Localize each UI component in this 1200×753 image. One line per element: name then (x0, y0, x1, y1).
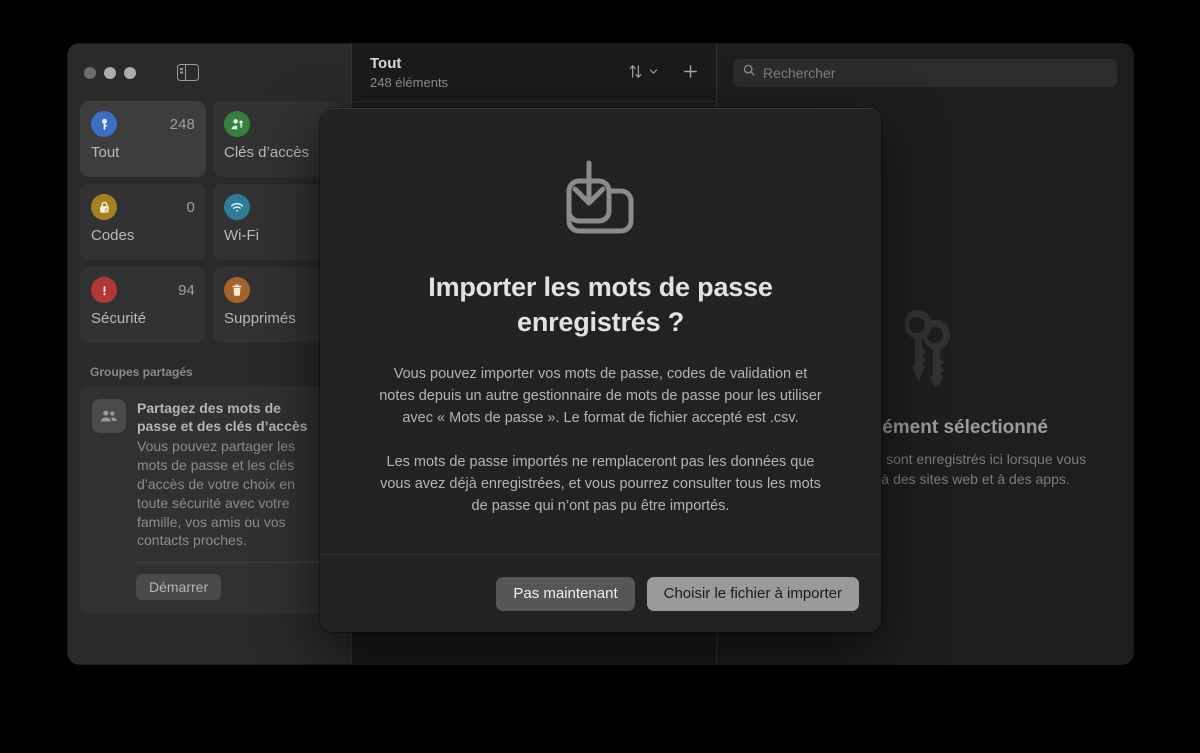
dialog-content: Importer les mots de passe enregistrés ?… (320, 109, 881, 517)
list-toolbar: Tout 248 éléments (352, 44, 716, 101)
zoom-button-icon[interactable] (124, 66, 136, 79)
plus-icon (681, 62, 700, 84)
lock-clock-icon (91, 194, 117, 220)
dialog-paragraph-1: Vous pouvez importer vos mots de passe, … (379, 366, 822, 427)
sidebar-item-securite[interactable]: 94 Sécurité (80, 267, 206, 343)
category-count: 248 (169, 115, 195, 133)
category-label: Codes (91, 227, 135, 244)
add-item-button[interactable] (681, 62, 700, 84)
list-title: Tout (370, 55, 402, 73)
minimize-button-icon[interactable] (104, 66, 116, 79)
shared-groups-heading: Groupes partagés (90, 365, 193, 379)
people-icon (92, 399, 126, 433)
shared-groups-card-description: Vous pouvez partager les mots de passe e… (137, 437, 295, 549)
category-grid: 248 Tout Clés d’accès 0 Codes Wi-Fi 94 S… (68, 101, 351, 343)
category-label: Tout (91, 144, 120, 161)
dialog-title: Importer les mots de passe enregistrés ? (428, 272, 773, 337)
shared-groups-card[interactable]: Partagez des mots de passe et des clés d… (80, 386, 339, 615)
window-titlebar (68, 44, 351, 101)
import-download-icon (378, 153, 823, 254)
choose-file-button[interactable]: Choisir le fichier à importer (646, 576, 859, 611)
search-field[interactable]: Rechercher (733, 58, 1117, 87)
dialog-paragraph-2: Les mots de passe importés ne remplacero… (380, 454, 821, 515)
import-passwords-dialog: Importer les mots de passe enregistrés ?… (320, 108, 881, 632)
not-now-button[interactable]: Pas maintenant (496, 576, 635, 611)
category-count: 0 (186, 198, 195, 216)
trash-icon (224, 277, 250, 303)
sort-button[interactable] (627, 63, 659, 83)
sidebar: 248 Tout Clés d’accès 0 Codes Wi-Fi 94 S… (68, 44, 351, 664)
close-button-icon[interactable] (84, 66, 96, 79)
category-label: Wi-Fi (224, 227, 259, 244)
shared-groups-card-title: Partagez des mots de passe et des clés d… (137, 400, 308, 435)
sort-arrows-icon (627, 63, 644, 83)
category-count: 94 (178, 281, 195, 299)
sidebar-item-codes[interactable]: 0 Codes (80, 184, 206, 260)
sidebar-toggle-icon[interactable] (177, 63, 199, 82)
category-label: Clés d’accès (224, 144, 310, 161)
category-label: Supprimés (224, 310, 296, 327)
divider (136, 562, 325, 564)
start-sharing-button[interactable]: Démarrer (136, 574, 222, 601)
dialog-actions: Pas maintenant Choisir le fichier à impo… (320, 554, 881, 632)
search-icon (742, 63, 756, 82)
warning-icon (91, 277, 117, 303)
search-placeholder: Rechercher (763, 64, 836, 81)
detail-toolbar: Rechercher (717, 44, 1133, 101)
key-icon (91, 111, 117, 137)
passkey-icon (224, 111, 250, 137)
list-item-count: 248 éléments (370, 74, 449, 90)
category-label: Sécurité (91, 310, 147, 327)
sidebar-item-tout[interactable]: 248 Tout (80, 101, 206, 177)
chevron-down-icon (648, 65, 659, 80)
traffic-lights (84, 66, 136, 79)
wifi-icon (224, 194, 250, 220)
